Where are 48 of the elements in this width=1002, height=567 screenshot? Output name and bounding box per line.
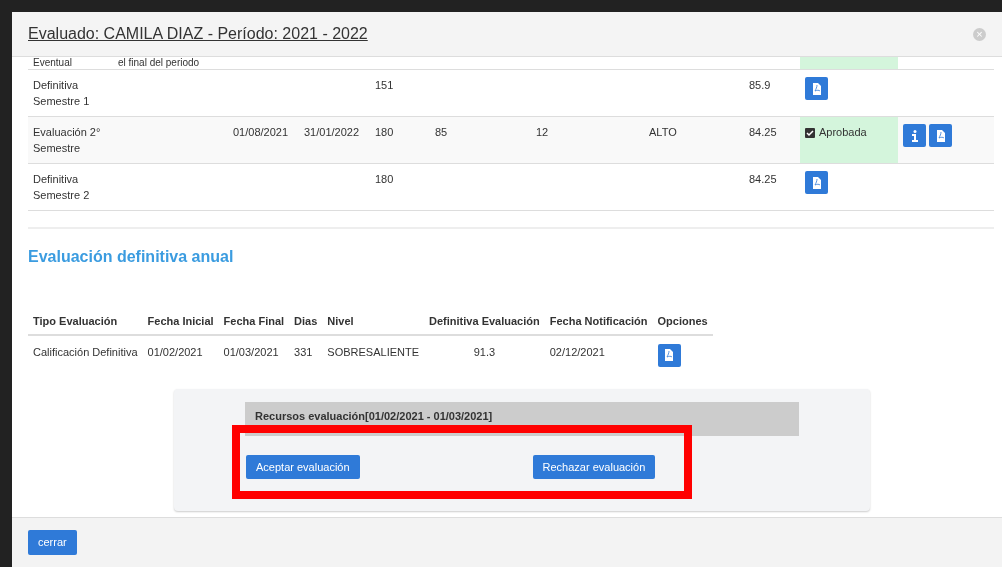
modal-title: Evaluado: CAMILA DIAZ - Período: 2021 - 2022 [28, 24, 368, 44]
table-cell: 151 [375, 79, 394, 91]
column-header: Fecha Final [223, 315, 285, 327]
table-cell: Calificación Definitiva [33, 345, 138, 358]
column-header: Opciones [657, 315, 708, 327]
resources-title: Recursos evaluación[01/02/2021 - 01/03/2021] [255, 409, 493, 422]
table-cell: 180 [375, 173, 394, 185]
table-cell: ALTO [649, 126, 677, 138]
column-header: Fecha Notificación [549, 315, 648, 327]
info-button[interactable] [903, 124, 926, 147]
reject-button[interactable]: Rechazar evaluación [532, 454, 656, 479]
table-cell: Evaluación 2° Semestre [33, 126, 101, 154]
table-cell: SOBRESALIENTE [327, 345, 420, 358]
document-icon [811, 82, 822, 95]
column-header: Definitiva Evaluación [429, 315, 540, 327]
table-cell: 91.3 [473, 345, 496, 358]
table-cell: Definitiva Semestre 2 [33, 173, 90, 201]
section-heading: Evaluación definitiva anual [28, 247, 235, 267]
pdf-button[interactable] [805, 171, 828, 194]
column-header: Tipo Evaluación [33, 315, 118, 327]
info-icon [911, 129, 918, 142]
table-cell: 02/12/2021 [549, 345, 605, 358]
pdf-button[interactable] [805, 77, 828, 100]
table-cell: 01/03/2021 [223, 345, 279, 358]
table-cell: 12 [536, 126, 549, 138]
column-header: Nivel [327, 315, 354, 327]
table-cell: 31/01/2022 [304, 126, 360, 138]
table-cell: 01/02/2021 [147, 345, 203, 358]
pdf-button[interactable] [657, 343, 681, 367]
table-cell: 331 [294, 345, 313, 358]
close-button[interactable]: cerrar [28, 530, 77, 555]
table-cell: 85 [435, 126, 448, 138]
document-icon [811, 176, 822, 189]
column-header: Fecha Inicial [147, 315, 214, 327]
table-cell: 84.25 [749, 126, 777, 138]
table-cell: el final del periodo [118, 57, 200, 68]
table-cell: Definitiva Semestre 1 [33, 79, 90, 107]
document-icon [935, 129, 946, 142]
column-header: Dias [294, 315, 318, 327]
table-cell: 84.25 [749, 173, 777, 185]
table-cell: Eventual [33, 57, 72, 68]
document-icon [664, 349, 674, 361]
table-cell: 180 [375, 126, 394, 138]
accept-button[interactable]: Aceptar evaluación [246, 454, 360, 479]
status-label: Aprobada [819, 125, 867, 140]
table-cell: 01/08/2021 [233, 126, 289, 138]
pdf-button[interactable] [929, 124, 952, 147]
table-cell: 85.9 [749, 79, 771, 91]
